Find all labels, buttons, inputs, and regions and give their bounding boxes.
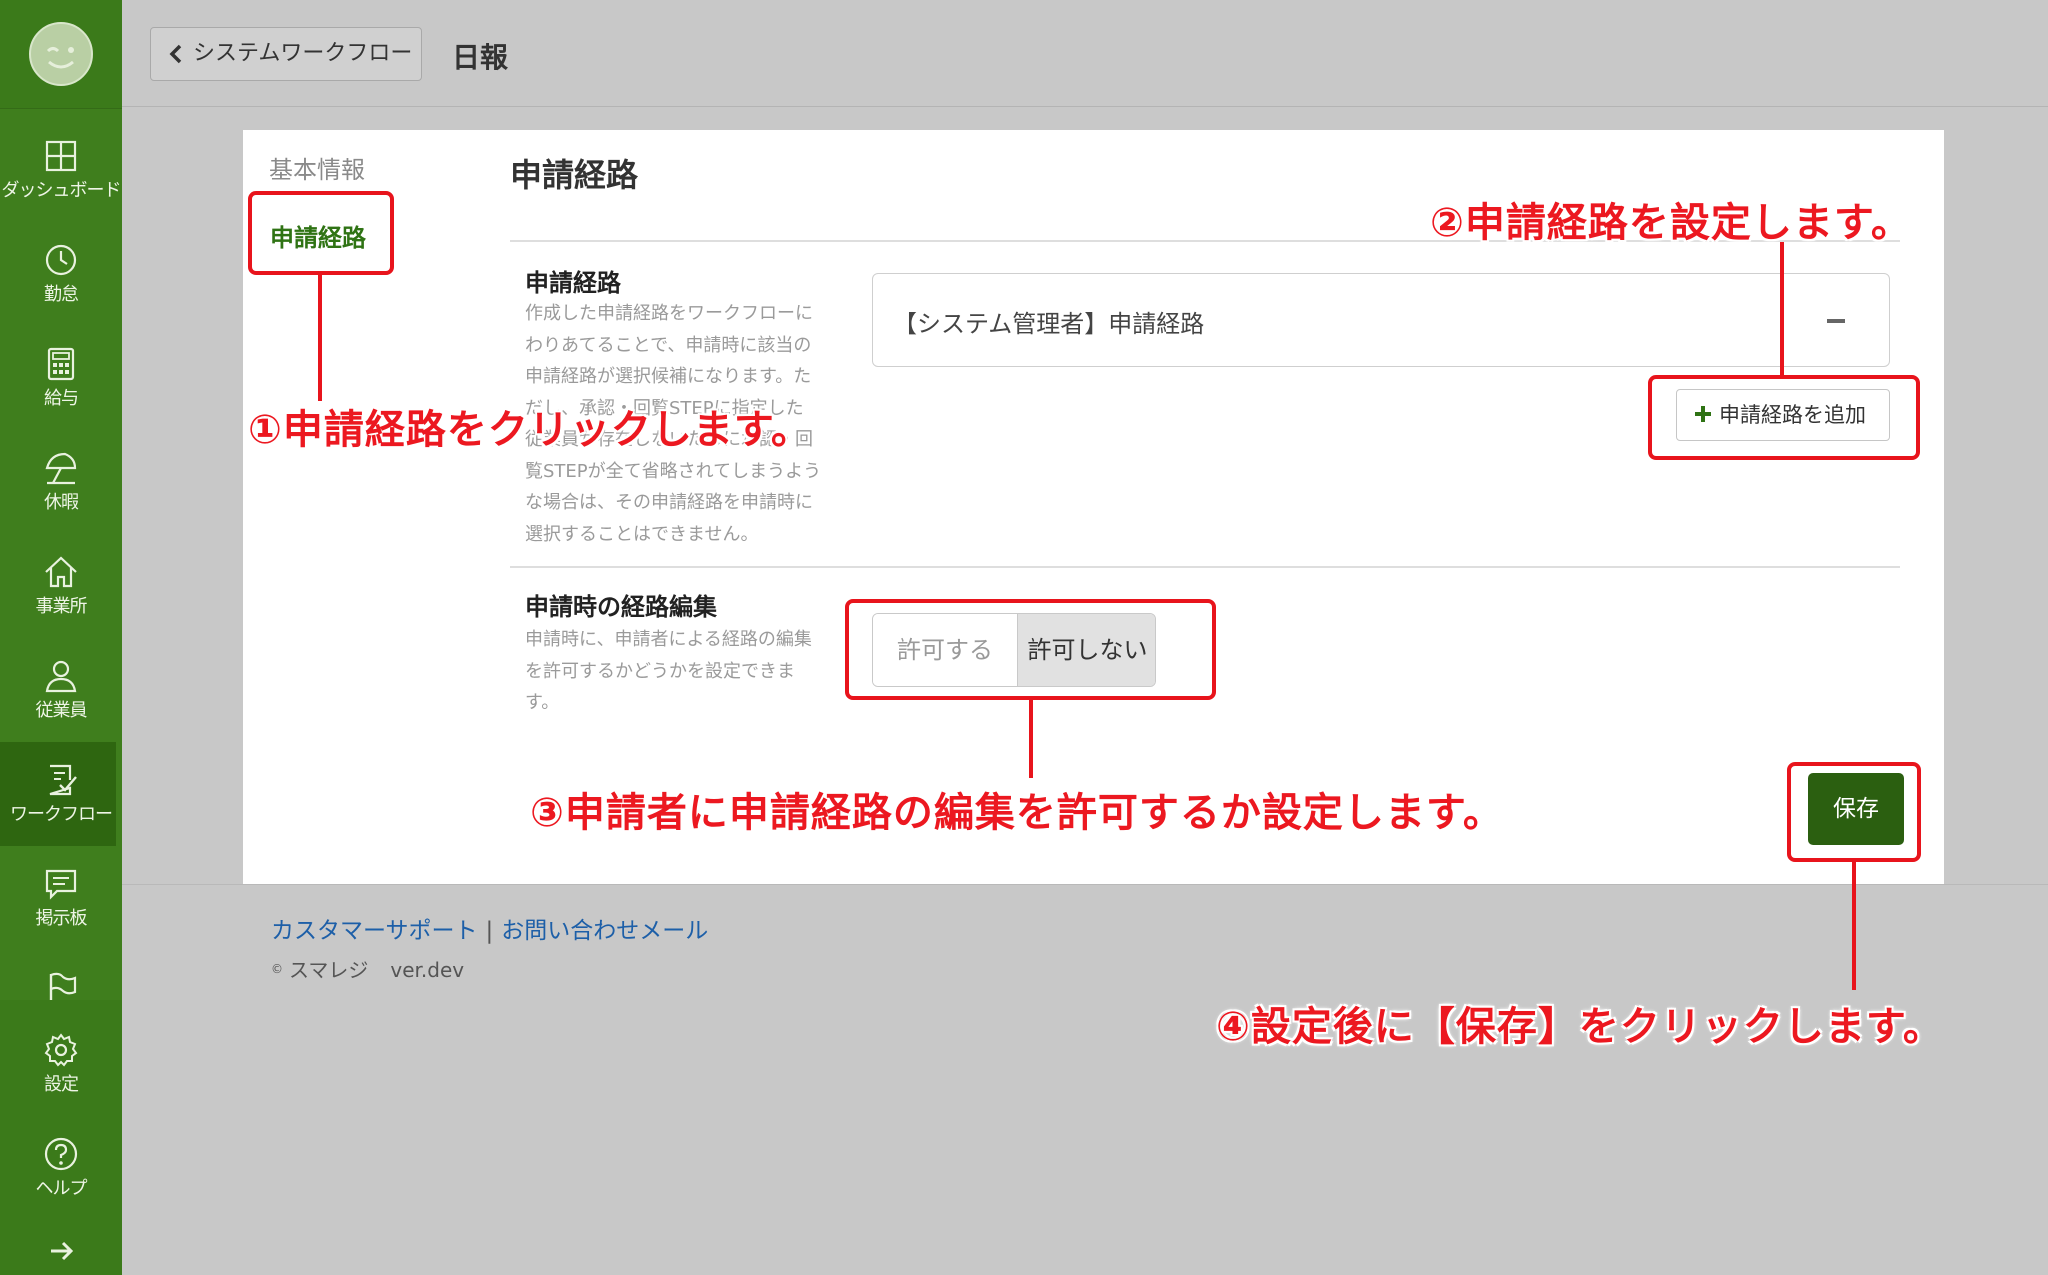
calculator-icon [47, 347, 75, 381]
selected-route-value: 【システム管理者】申請経路 [893, 310, 1205, 338]
back-button[interactable]: システムワークフロー [150, 27, 422, 81]
nav-settings-label: 設定 [44, 1074, 79, 1095]
annotation-line [318, 275, 322, 401]
user-avatar[interactable] [29, 22, 93, 86]
checklist-icon [49, 764, 77, 796]
back-button-label: システムワークフロー [193, 41, 413, 66]
approval-route-select[interactable]: 【システム管理者】申請経路 [872, 273, 1890, 367]
chevron-left-icon [169, 44, 182, 64]
sidebar: ダッシュボード 勤怠 給与 休暇 事業所 従業員 ワークフロー 掲示板 設定 ヘ… [0, 0, 122, 1275]
nav-attendance-label: 勤怠 [44, 284, 79, 305]
nav-employee[interactable]: 従業員 [0, 638, 122, 742]
nav-office-label: 事業所 [35, 596, 88, 617]
annotation-line [1029, 700, 1033, 778]
footer-separator: | [485, 918, 494, 944]
arrow-right-icon [51, 1241, 74, 1261]
contact-mail-link[interactable]: お問い合わせメール [501, 918, 708, 944]
sidebar-header [0, 0, 122, 108]
nav-settings[interactable]: 設定 [0, 1012, 122, 1116]
nav-dashboard[interactable]: ダッシュボード [0, 118, 122, 222]
annotation-step1: ①申請経路をクリックします。 [248, 407, 812, 453]
person-icon [45, 660, 77, 693]
footer-divider [122, 884, 2048, 885]
annotation-box-save [1787, 762, 1921, 862]
divider [510, 566, 1900, 568]
nav-bulletin-board[interactable]: 掲示板 [0, 846, 122, 950]
clock-icon [45, 244, 77, 276]
company-name: スマレジ [289, 958, 369, 982]
sidebar-expand-button[interactable] [0, 1225, 122, 1275]
nav-attendance[interactable]: 勤怠 [0, 222, 122, 326]
version-label: ver.dev [390, 958, 465, 982]
beach-umbrella-icon [45, 452, 77, 485]
chat-icon [45, 869, 77, 900]
gear-icon [44, 1033, 78, 1067]
route-field-title: 申請経路 [525, 269, 621, 297]
nav-payroll[interactable]: 給与 [0, 326, 122, 430]
nav-flag[interactable] [0, 950, 122, 1004]
top-header: システムワークフロー 日報 [122, 0, 2048, 107]
nav-help-label: ヘルプ [35, 1178, 88, 1199]
nav-workflow[interactable]: ワークフロー [0, 742, 122, 846]
nav-bulletin-label: 掲示板 [35, 908, 88, 929]
nav-payroll-label: 給与 [44, 388, 79, 409]
dashboard-icon [45, 140, 77, 172]
annotation-step4: ④設定後に【保存】をクリックします。 [1216, 1004, 1944, 1050]
annotation-box-route-tab [248, 191, 394, 275]
annotation-box-toggle [845, 599, 1216, 700]
route-edit-field-description: 申請時に、申請者による経路の編集 を許可するかどうかを設定できま す。 [525, 629, 812, 713]
nav-workflow-label: ワークフロー [10, 804, 113, 825]
home-icon [45, 556, 77, 588]
section-title: 申請経路 [510, 156, 639, 194]
sidebar-footer: 設定 ヘルプ [0, 1000, 122, 1275]
annotation-step3: ③申請者に申請経路の編集を許可するか設定します。 [530, 790, 1504, 836]
route-edit-field-title: 申請時の経路編集 [525, 593, 717, 621]
annotation-line [1780, 242, 1784, 376]
tab-basic-info[interactable]: 基本情報 [269, 150, 365, 185]
nav-office[interactable]: 事業所 [0, 534, 122, 638]
nav-vacation-label: 休暇 [44, 492, 79, 513]
footer-copyright: © スマレジ ver.dev [271, 958, 465, 982]
remove-route-icon[interactable] [1827, 319, 1845, 323]
nav-help[interactable]: ヘルプ [0, 1116, 122, 1220]
page-title: 日報 [452, 41, 509, 74]
annotation-line [1852, 862, 1856, 990]
nav-dashboard-label: ダッシュボード [1, 180, 122, 201]
nav-employee-label: 従業員 [35, 700, 88, 721]
customer-support-link[interactable]: カスタマーサポート [271, 918, 478, 944]
footer-links: カスタマーサポート | お問い合わせメール [271, 911, 708, 945]
nav-vacation[interactable]: 休暇 [0, 430, 122, 534]
annotation-step2: ②申請経路を設定します。 [1430, 200, 1912, 246]
annotation-box-add-route [1648, 375, 1920, 460]
help-icon [44, 1137, 78, 1171]
